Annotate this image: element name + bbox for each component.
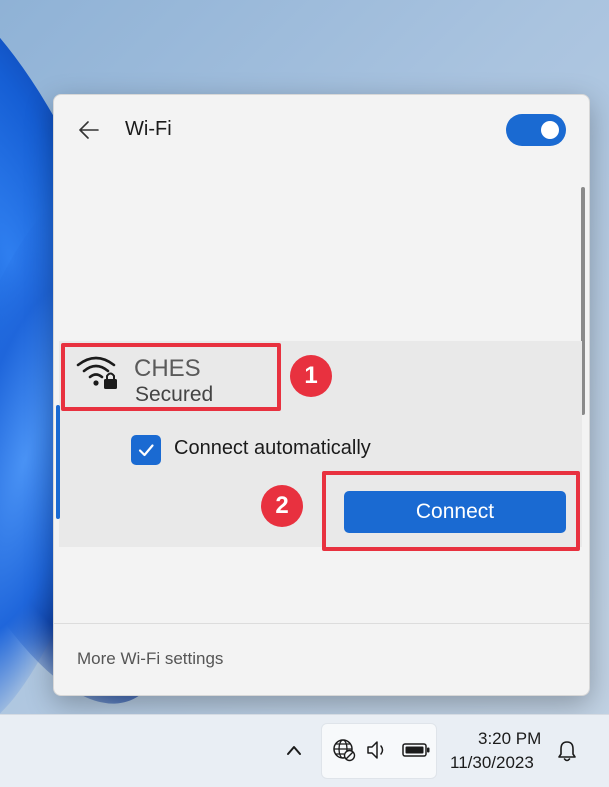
back-arrow-icon[interactable]	[78, 119, 100, 141]
globe-no-internet-icon	[333, 739, 356, 762]
selected-indicator	[56, 405, 60, 519]
volume-icon	[367, 741, 384, 759]
clock-date[interactable]: 11/30/2023	[450, 753, 534, 773]
highlight-box-network	[61, 343, 281, 411]
footer-divider	[54, 623, 589, 624]
more-wifi-settings-link[interactable]: More Wi-Fi settings	[77, 649, 223, 669]
chevron-up-icon[interactable]	[285, 743, 303, 757]
connect-automatically-checkbox[interactable]	[131, 435, 161, 465]
checkmark-icon	[138, 444, 154, 457]
clock-time[interactable]: 3:20 PM	[478, 729, 541, 749]
wifi-toggle[interactable]	[506, 114, 566, 146]
battery-icon	[402, 743, 430, 757]
step-badge-2: 2	[261, 485, 303, 527]
system-tray-group[interactable]	[321, 723, 437, 779]
notification-bell-icon[interactable]	[556, 739, 578, 763]
taskbar: 3:20 PM 11/30/2023	[0, 714, 609, 787]
wifi-flyout-panel: Wi-Fi CHES Secured 1 Connect automatical…	[53, 94, 590, 696]
highlight-box-connect	[322, 471, 580, 551]
step-badge-1: 1	[290, 355, 332, 397]
toggle-knob	[541, 121, 559, 139]
panel-title: Wi-Fi	[125, 118, 172, 140]
connect-automatically-label[interactable]: Connect automatically	[174, 437, 371, 460]
